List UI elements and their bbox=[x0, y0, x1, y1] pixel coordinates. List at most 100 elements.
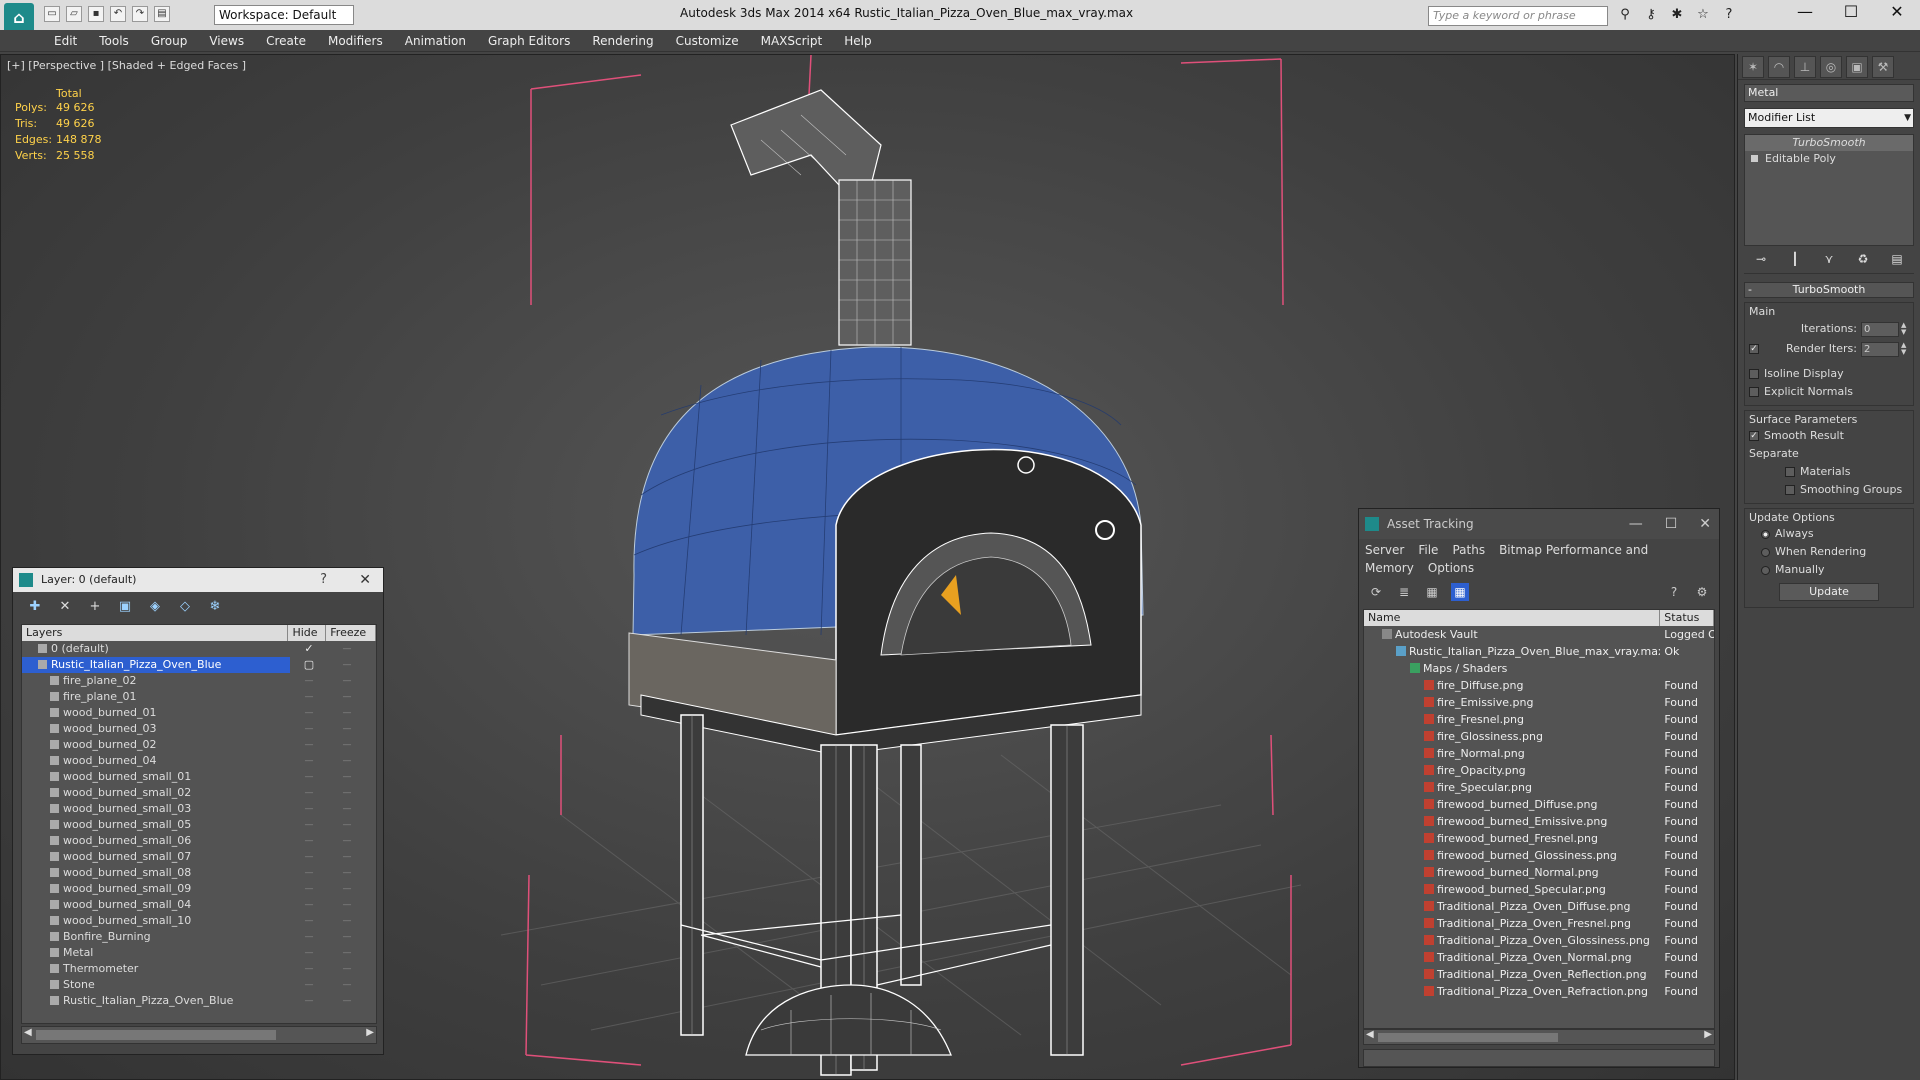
col-status[interactable]: Status bbox=[1660, 610, 1714, 626]
asset-row[interactable]: Traditional_Pizza_Oven_Glossiness.png Fou… bbox=[1364, 932, 1714, 949]
explicit-normals-checkbox[interactable] bbox=[1749, 387, 1759, 397]
scroll-left-icon[interactable]: ◀ bbox=[24, 1027, 32, 1038]
asset-name[interactable]: fire_Glossiness.png bbox=[1364, 728, 1660, 745]
asset-row[interactable]: Traditional_Pizza_Oven_Diffuse.png Found bbox=[1364, 898, 1714, 915]
update-button[interactable]: Update bbox=[1779, 583, 1879, 601]
layer-row[interactable]: Bonfire_Burning — — bbox=[22, 929, 376, 945]
asset-name[interactable]: fire_Opacity.png bbox=[1364, 762, 1660, 779]
undo-icon[interactable]: ↶ bbox=[110, 6, 126, 22]
menu-item-edit[interactable]: Edit bbox=[54, 30, 77, 52]
hide-toggle[interactable]: — bbox=[290, 865, 328, 881]
freeze-toggle[interactable]: — bbox=[328, 945, 366, 961]
spinner-arrows-icon[interactable]: ▲ ▼ bbox=[1901, 342, 1909, 356]
freeze-toggle[interactable]: — bbox=[328, 929, 366, 945]
asset-row[interactable]: fire_Glossiness.png Found bbox=[1364, 728, 1714, 745]
hide-toggle[interactable]: — bbox=[290, 897, 328, 913]
layer-row[interactable]: wood_burned_small_04 — — bbox=[22, 897, 376, 913]
close-icon[interactable]: ✕ bbox=[359, 568, 371, 592]
list-view-icon[interactable]: ≣ bbox=[1395, 583, 1413, 601]
asset-row[interactable]: fire_Diffuse.png Found bbox=[1364, 677, 1714, 694]
menu-item-customize[interactable]: Customize bbox=[676, 30, 739, 52]
layer-name[interactable]: Stone bbox=[22, 977, 290, 993]
layer-name[interactable]: wood_burned_04 bbox=[22, 753, 290, 769]
search-input[interactable]: Type a keyword or phrase bbox=[1428, 6, 1608, 26]
render-iters-checkbox[interactable]: ✓ bbox=[1749, 344, 1759, 354]
layer-row[interactable]: wood_burned_02 — — bbox=[22, 737, 376, 753]
layer-row[interactable]: wood_burned_04 — — bbox=[22, 753, 376, 769]
freeze-toggle[interactable]: — bbox=[328, 913, 366, 929]
layer-name[interactable]: 0 (default) bbox=[22, 641, 290, 657]
freeze-toggle[interactable]: — bbox=[328, 977, 366, 993]
isoline-checkbox[interactable] bbox=[1749, 369, 1759, 379]
utilities-tab-icon[interactable]: ⚒ bbox=[1872, 56, 1894, 78]
hide-toggle[interactable]: — bbox=[290, 929, 328, 945]
stack-item-turbosmooth[interactable]: TurboSmooth bbox=[1745, 135, 1913, 151]
iterations-spinner[interactable]: 0 bbox=[1861, 321, 1899, 337]
hide-all-icon[interactable]: ◇ bbox=[175, 598, 195, 616]
asset-name[interactable]: fire_Fresnel.png bbox=[1364, 711, 1660, 728]
layer-name[interactable]: wood_burned_small_03 bbox=[22, 801, 290, 817]
manually-radio[interactable] bbox=[1761, 565, 1770, 575]
col-freeze[interactable]: Freeze bbox=[326, 625, 376, 641]
minimize-icon[interactable]: — bbox=[1629, 509, 1643, 539]
help-icon[interactable]: ? bbox=[1720, 7, 1738, 23]
asset-row[interactable]: firewood_burned_Fresnel.png Found bbox=[1364, 830, 1714, 847]
layer-row[interactable]: wood_burned_small_01 — — bbox=[22, 769, 376, 785]
asset-name[interactable]: fire_Specular.png bbox=[1364, 779, 1660, 796]
asset-name[interactable]: Autodesk Vault bbox=[1364, 626, 1660, 643]
asset-name[interactable]: Traditional_Pizza_Oven_Fresnel.png bbox=[1364, 915, 1660, 932]
asset-row[interactable]: firewood_burned_Diffuse.png Found bbox=[1364, 796, 1714, 813]
asset-row[interactable]: fire_Normal.png Found bbox=[1364, 745, 1714, 762]
asset-menu-options[interactable]: Options bbox=[1428, 561, 1474, 575]
freeze-all-icon[interactable]: ❄ bbox=[205, 598, 225, 616]
freeze-toggle[interactable]: — bbox=[328, 817, 366, 833]
menu-item-views[interactable]: Views bbox=[209, 30, 244, 52]
help-icon[interactable]: ? bbox=[1665, 583, 1683, 601]
layer-name[interactable]: wood_burned_01 bbox=[22, 705, 290, 721]
menu-item-rendering[interactable]: Rendering bbox=[592, 30, 653, 52]
hide-toggle[interactable]: — bbox=[290, 881, 328, 897]
asset-menu-bitmap-performance-and-memory[interactable]: Bitmap Performance and Memory bbox=[1365, 543, 1648, 575]
layer-name[interactable]: fire_plane_02 bbox=[22, 673, 290, 689]
motion-tab-icon[interactable]: ◎ bbox=[1820, 56, 1842, 78]
remove-modifier-icon[interactable]: ♻ bbox=[1853, 252, 1873, 270]
layer-name[interactable]: Bonfire_Burning bbox=[22, 929, 290, 945]
hide-toggle[interactable]: — bbox=[290, 849, 328, 865]
layer-name[interactable]: wood_burned_small_09 bbox=[22, 881, 290, 897]
scroll-right-icon[interactable]: ▶ bbox=[1704, 1029, 1712, 1040]
freeze-toggle[interactable]: — bbox=[328, 865, 366, 881]
asset-name[interactable]: firewood_burned_Normal.png bbox=[1364, 864, 1660, 881]
layer-row[interactable]: wood_burned_small_07 — — bbox=[22, 849, 376, 865]
save-icon[interactable]: ▪ bbox=[88, 6, 104, 22]
asset-horizontal-scrollbar[interactable]: ◀ ▶ bbox=[1363, 1029, 1715, 1045]
asset-menu-file[interactable]: File bbox=[1418, 543, 1438, 557]
modifier-list-dropdown[interactable]: Modifier List bbox=[1744, 108, 1914, 128]
layer-row[interactable]: wood_burned_small_09 — — bbox=[22, 881, 376, 897]
spinner-arrows-icon[interactable]: ▲ ▼ bbox=[1901, 322, 1909, 336]
scroll-right-icon[interactable]: ▶ bbox=[366, 1027, 374, 1038]
layer-row[interactable]: Rustic_Italian_Pizza_Oven_Blue ▢ — bbox=[22, 657, 376, 673]
turbosmooth-rollout[interactable]: TurboSmooth bbox=[1744, 282, 1914, 298]
hide-toggle[interactable]: — bbox=[290, 977, 328, 993]
smoothing-groups-checkbox[interactable] bbox=[1785, 485, 1795, 495]
layer-row[interactable]: wood_burned_small_02 — — bbox=[22, 785, 376, 801]
menu-item-group[interactable]: Group bbox=[151, 30, 188, 52]
layer-row[interactable]: wood_burned_small_05 — — bbox=[22, 817, 376, 833]
highlight-layer-icon[interactable]: ◈ bbox=[145, 598, 165, 616]
asset-row[interactable]: Traditional_Pizza_Oven_Refraction.png Fou… bbox=[1364, 983, 1714, 1000]
asset-name[interactable]: firewood_burned_Glossiness.png bbox=[1364, 847, 1660, 864]
layer-row[interactable]: Rustic_Italian_Pizza_Oven_Blue — — bbox=[22, 993, 376, 1009]
when-rendering-radio[interactable] bbox=[1761, 547, 1770, 557]
asset-menu-paths[interactable]: Paths bbox=[1452, 543, 1485, 557]
layer-name[interactable]: Metal bbox=[22, 945, 290, 961]
maximize-icon[interactable]: ☐ bbox=[1828, 0, 1874, 26]
freeze-toggle[interactable]: — bbox=[328, 833, 366, 849]
layer-row[interactable]: wood_burned_small_08 — — bbox=[22, 865, 376, 881]
asset-row[interactable]: Traditional_Pizza_Oven_Normal.png Found bbox=[1364, 949, 1714, 966]
menu-item-graph-editors[interactable]: Graph Editors bbox=[488, 30, 570, 52]
close-icon[interactable]: ✕ bbox=[1874, 0, 1920, 26]
hide-toggle[interactable]: — bbox=[290, 753, 328, 769]
menu-item-tools[interactable]: Tools bbox=[99, 30, 129, 52]
col-name[interactable]: Name bbox=[1364, 610, 1661, 626]
minimize-icon[interactable]: — bbox=[1782, 0, 1828, 26]
